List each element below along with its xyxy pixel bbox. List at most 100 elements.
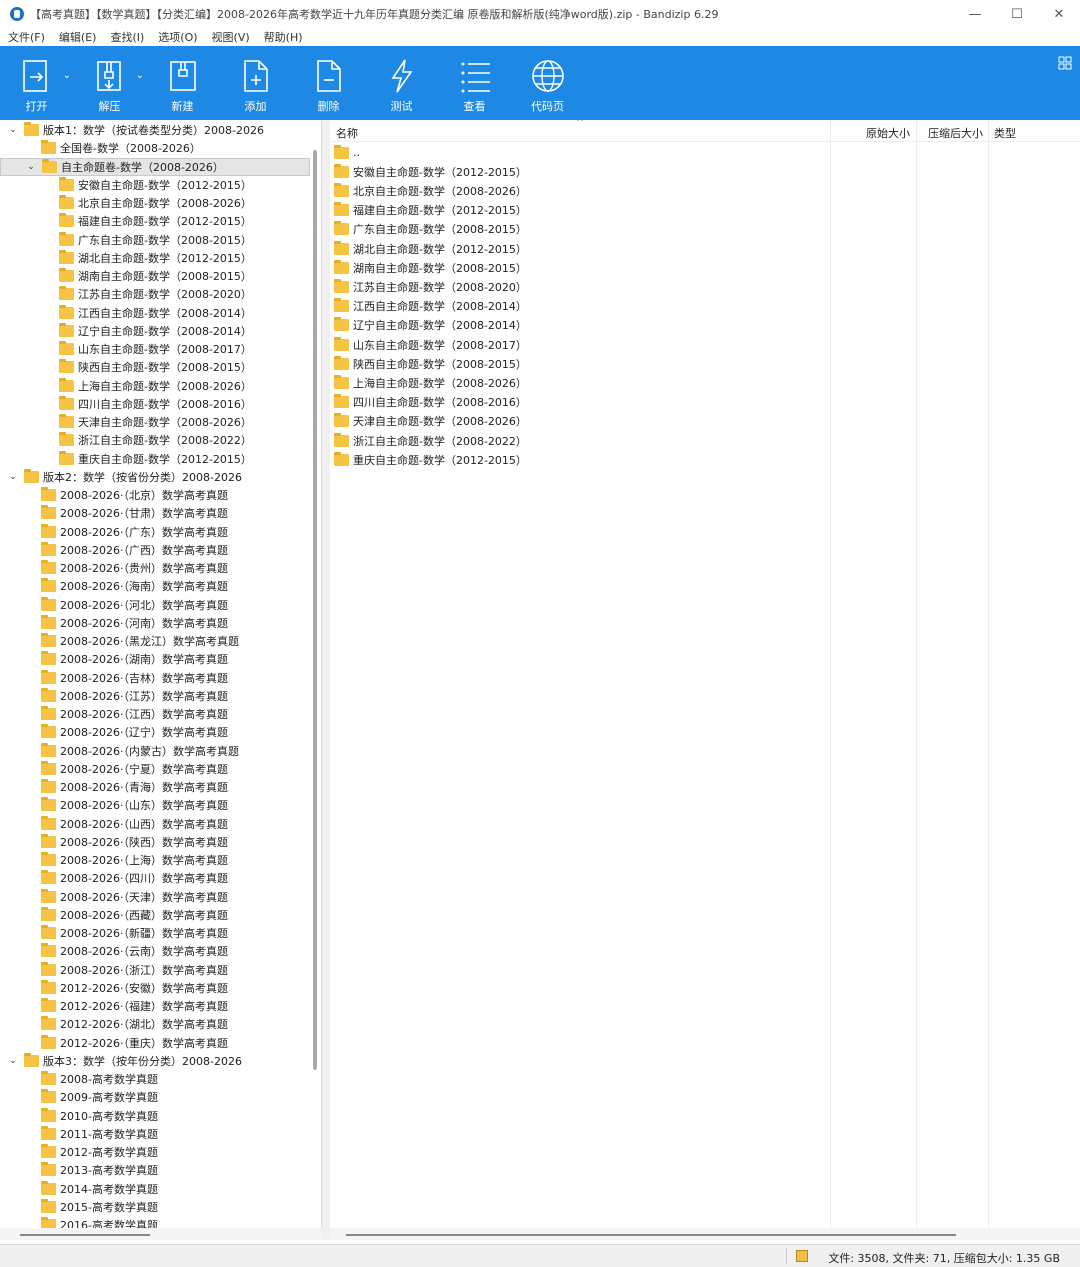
tree-horizontal-scrollbar[interactable] — [0, 1228, 322, 1240]
menu-find[interactable]: 查找(I) — [110, 29, 144, 45]
tree-folder-node[interactable]: 辽宁自主命题-数学（2008-2014） — [0, 322, 310, 340]
tree-folder-node[interactable]: 2008-2026·（湖南）数学高考真题 — [0, 650, 310, 668]
tree-folder-node[interactable]: 湖北自主命题-数学（2012-2015） — [0, 249, 310, 267]
open-dropdown-icon[interactable]: ⌄ — [63, 70, 71, 81]
column-header-name[interactable]: 名称 — [336, 125, 358, 141]
delete-button[interactable]: 删除 — [292, 46, 365, 120]
list-item[interactable]: 辽宁自主命题-数学（2008-2014） — [334, 316, 527, 335]
list-item-parent-folder[interactable]: .. — [334, 143, 360, 162]
chevron-down-icon[interactable]: ⌄ — [7, 124, 19, 136]
maximize-button[interactable]: ☐ — [996, 0, 1038, 28]
tree-folder-node[interactable]: 2008-2026·（吉林）数学高考真题 — [0, 669, 310, 687]
layout-toggle-icon[interactable] — [1058, 56, 1072, 70]
list-item[interactable]: 四川自主命题-数学（2008-2016） — [334, 393, 527, 412]
tree-folder-node[interactable]: 2013-高考数学真题 — [0, 1161, 310, 1179]
tree-folder-node[interactable]: 2008-2026·（青海）数学高考真题 — [0, 778, 310, 796]
tree-folder-node[interactable]: 2008-2026·（四川）数学高考真题 — [0, 869, 310, 887]
view-button[interactable]: 查看 — [438, 46, 511, 120]
tree-folder-node[interactable]: 天津自主命题-数学（2008-2026） — [0, 413, 310, 431]
close-button[interactable]: ✕ — [1038, 0, 1080, 28]
tree-folder-node[interactable]: 2008-2026·（新疆）数学高考真题 — [0, 924, 310, 942]
tree-folder-node[interactable]: 2008-2026·（浙江）数学高考真题 — [0, 961, 310, 979]
column-header-original-size[interactable]: 原始大小 — [866, 125, 910, 141]
tree-folder-node[interactable]: 2008-2026·（河南）数学高考真题 — [0, 614, 310, 632]
add-button[interactable]: 添加 — [219, 46, 292, 120]
test-button[interactable]: 测试 — [365, 46, 438, 120]
tree-folder-node[interactable]: 重庆自主命题-数学（2012-2015） — [0, 450, 310, 468]
tree-folder-node[interactable]: 2015-高考数学真题 — [0, 1198, 310, 1216]
list-item[interactable]: 江苏自主命题-数学（2008-2020） — [334, 277, 527, 296]
list-item[interactable]: 浙江自主命题-数学（2008-2022） — [334, 431, 527, 450]
tree-folder-node[interactable]: 福建自主命题-数学（2012-2015） — [0, 212, 310, 230]
tree-folder-node[interactable]: 2008-2026·（山西）数学高考真题 — [0, 815, 310, 833]
tree-folder-node[interactable]: 江苏自主命题-数学（2008-2020） — [0, 285, 310, 303]
menu-options[interactable]: 选项(O) — [158, 29, 197, 45]
list-item[interactable]: 广东自主命题-数学（2008-2015） — [334, 220, 527, 239]
column-header-type[interactable]: 类型 — [994, 125, 1016, 141]
tree-folder-node[interactable]: 广东自主命题-数学（2008-2015） — [0, 231, 310, 249]
tree-folder-node[interactable]: 2012-2026·（福建）数学高考真题 — [0, 997, 310, 1015]
tree-folder-node[interactable]: 山东自主命题-数学（2008-2017） — [0, 340, 310, 358]
tree-folder-node[interactable]: 安徽自主命题-数学（2012-2015） — [0, 176, 310, 194]
tree-folder-node[interactable]: 上海自主命题-数学（2008-2026） — [0, 377, 310, 395]
tree-vertical-scrollbar[interactable] — [313, 150, 317, 1070]
list-item[interactable]: 北京自主命题-数学（2008-2026） — [334, 181, 527, 200]
minimize-button[interactable]: — — [954, 0, 996, 28]
open-button[interactable]: 打开 ⌄ — [0, 46, 73, 120]
tree-folder-node[interactable]: 2008-2026·（江西）数学高考真题 — [0, 705, 310, 723]
menu-file[interactable]: 文件(F) — [8, 29, 45, 45]
list-horizontal-scrollbar[interactable] — [330, 1228, 1080, 1240]
chevron-down-icon[interactable]: ⌄ — [25, 161, 37, 173]
tree-folder-node[interactable]: 陕西自主命题-数学（2008-2015） — [0, 358, 310, 376]
tree-folder-node[interactable]: 2008-2026·（广东）数学高考真题 — [0, 523, 310, 541]
extract-button[interactable]: 解压 ⌄ — [73, 46, 146, 120]
tree-folder-node[interactable]: 2008-2026·（山东）数学高考真题 — [0, 796, 310, 814]
chevron-down-icon[interactable]: ⌄ — [7, 1055, 19, 1067]
chevron-down-icon[interactable]: ⌄ — [7, 471, 19, 483]
list-item[interactable]: 湖南自主命题-数学（2008-2015） — [334, 258, 527, 277]
tree-folder-node[interactable]: 2008-2026·（海南）数学高考真题 — [0, 577, 310, 595]
tree-hscroll-thumb[interactable] — [20, 1234, 150, 1236]
tree-folder-node[interactable]: 2012-2026·（湖北）数学高考真题 — [0, 1015, 310, 1033]
tree-folder-node[interactable]: 2008-高考数学真题 — [0, 1070, 310, 1088]
tree-folder-node[interactable]: 2009-高考数学真题 — [0, 1088, 310, 1106]
tree-root-node[interactable]: ⌄ 版本2：数学（按省份分类）2008-2026 — [0, 468, 310, 486]
tree-folder-node[interactable]: 2008-2026·（宁夏）数学高考真题 — [0, 760, 310, 778]
tree-folder-node[interactable]: 2010-高考数学真题 — [0, 1107, 310, 1125]
tree-folder-node[interactable]: 2008-2026·（甘肃）数学高考真题 — [0, 504, 310, 522]
tree-folder-node[interactable]: 2008-2026·（黑龙江）数学高考真题 — [0, 632, 310, 650]
list-item[interactable]: 福建自主命题-数学（2012-2015） — [334, 201, 527, 220]
list-item[interactable]: 天津自主命题-数学（2008-2026） — [334, 412, 527, 431]
tree-folder-node[interactable]: 2008-2026·（北京）数学高考真题 — [0, 486, 310, 504]
tree-folder-node[interactable]: 2008-2026·（云南）数学高考真题 — [0, 942, 310, 960]
menu-edit[interactable]: 编辑(E) — [59, 29, 97, 45]
tree-folder-node[interactable]: 2008-2026·（辽宁）数学高考真题 — [0, 723, 310, 741]
tree-folder-node[interactable]: 湖南自主命题-数学（2008-2015） — [0, 267, 310, 285]
tree-root-node[interactable]: ⌄ 版本3：数学（按年份分类）2008-2026 — [0, 1052, 310, 1070]
tree-folder-node[interactable]: ⌄ 自主命题卷-数学（2008-2026） — [0, 157, 310, 176]
codepage-button[interactable]: 代码页 — [511, 46, 584, 120]
tree-folder-node[interactable]: 2012-2026·（安徽）数学高考真题 — [0, 979, 310, 997]
tree-folder-node[interactable]: 2008-2026·（陕西）数学高考真题 — [0, 833, 310, 851]
list-item[interactable]: 上海自主命题-数学（2008-2026） — [334, 373, 527, 392]
list-item[interactable]: 江西自主命题-数学（2008-2014） — [334, 297, 527, 316]
pane-splitter[interactable] — [322, 120, 330, 1240]
tree-folder-node[interactable]: 2014-高考数学真题 — [0, 1180, 310, 1198]
list-item[interactable]: 重庆自主命题-数学（2012-2015） — [334, 450, 527, 469]
tree-folder-node[interactable]: 2008-2026·（河北）数学高考真题 — [0, 596, 310, 614]
extract-dropdown-icon[interactable]: ⌄ — [136, 70, 144, 81]
list-item[interactable]: 安徽自主命题-数学（2012-2015） — [334, 162, 527, 181]
tree-root-node[interactable]: ⌄ 版本1：数学（按试卷类型分类）2008-2026 — [0, 121, 310, 139]
tree-folder-node[interactable]: 2008-2026·（内蒙古）数学高考真题 — [0, 742, 310, 760]
tree-folder-node[interactable]: 全国卷-数学（2008-2026） — [0, 139, 310, 157]
tree-folder-node[interactable]: 2008-2026·（江苏）数学高考真题 — [0, 687, 310, 705]
tree-folder-node[interactable]: 2008-2026·（西藏）数学高考真题 — [0, 906, 310, 924]
menu-view[interactable]: 视图(V) — [212, 29, 250, 45]
tree-folder-node[interactable]: 四川自主命题-数学（2008-2016） — [0, 395, 310, 413]
tree-folder-node[interactable]: 2011-高考数学真题 — [0, 1125, 310, 1143]
tree-folder-node[interactable]: 2008-2026·（上海）数学高考真题 — [0, 851, 310, 869]
list-item[interactable]: 湖北自主命题-数学（2012-2015） — [334, 239, 527, 258]
tree-folder-node[interactable]: 北京自主命题-数学（2008-2026） — [0, 194, 310, 212]
tree-folder-node[interactable]: 2012-高考数学真题 — [0, 1143, 310, 1161]
tree-folder-node[interactable]: 2008-2026·（天津）数学高考真题 — [0, 888, 310, 906]
